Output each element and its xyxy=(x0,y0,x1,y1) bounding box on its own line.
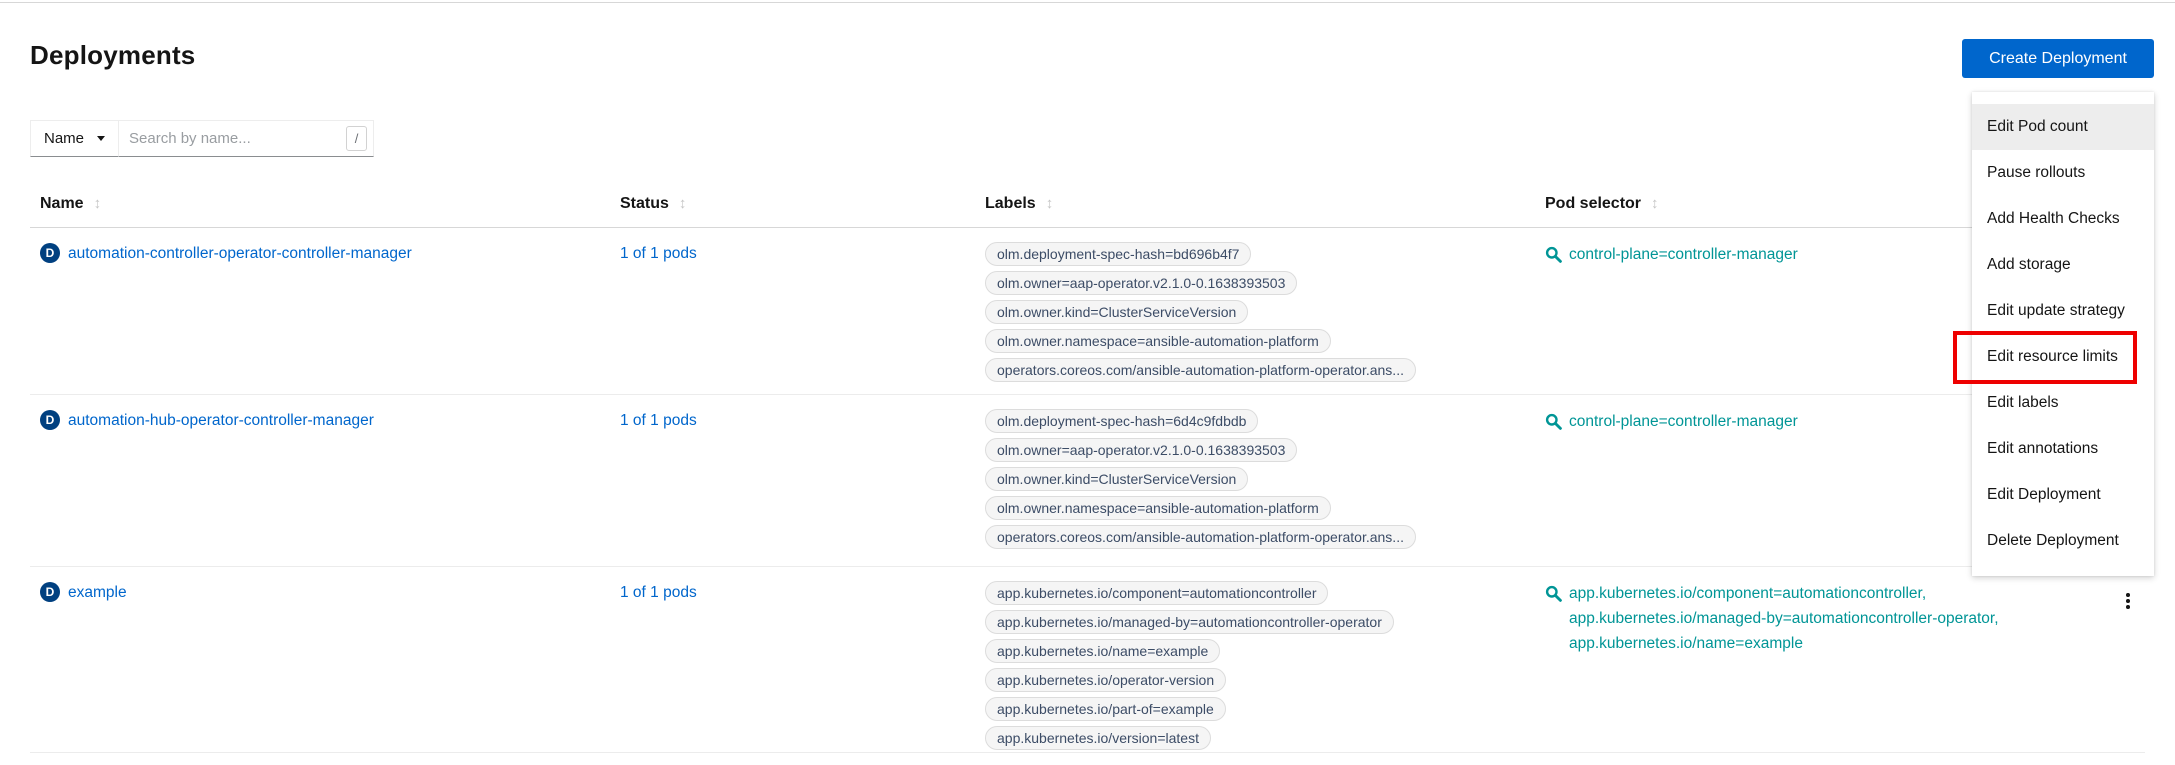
labels-cell: app.kubernetes.io/component=automationco… xyxy=(975,567,1535,752)
label-chip[interactable]: olm.owner.namespace=ansible-automation-p… xyxy=(985,496,1331,520)
labels-cell: olm.deployment-spec-hash=bd696b4f7 olm.ow… xyxy=(975,228,1535,394)
pod-selector-links: control-plane=controller-manager xyxy=(1569,242,1798,267)
search-icon xyxy=(1545,246,1562,268)
table-header-row: Name ↕ Status ↕ Labels ↕ Pod selector ↕ xyxy=(30,180,2145,228)
label-chip[interactable]: olm.owner.kind=ClusterServiceVersion xyxy=(985,300,1248,324)
deployment-badge: D xyxy=(40,582,60,602)
status-cell: 1 of 1 pods xyxy=(610,228,975,394)
name-cell: D automation-controller-operator-control… xyxy=(30,228,610,394)
label-chip[interactable]: olm.deployment-spec-hash=6d4c9fdbdb xyxy=(985,409,1258,433)
label-chip[interactable]: olm.owner=aap-operator.v2.1.0-0.16383935… xyxy=(985,438,1297,462)
label-chip[interactable]: operators.coreos.com/ansible-automation-… xyxy=(985,525,1416,549)
column-header-label: Name xyxy=(40,195,84,213)
pod-selector-link[interactable]: app.kubernetes.io/component=automationco… xyxy=(1569,581,1999,606)
deployment-name-link[interactable]: example xyxy=(68,581,127,605)
table-row: D example 1 of 1 pods app.kubernetes.io/… xyxy=(30,567,2145,753)
filter-toolbar: Name / xyxy=(30,120,374,157)
label-chip[interactable]: app.kubernetes.io/operator-version xyxy=(985,668,1226,692)
name-cell: D automation-hub-operator-controller-man… xyxy=(30,395,610,566)
create-deployment-button[interactable]: Create Deployment xyxy=(1962,39,2154,78)
deployment-badge: D xyxy=(40,243,60,263)
pod-selector-link[interactable]: app.kubernetes.io/managed-by=automationc… xyxy=(1569,606,1999,631)
column-header-label: Labels xyxy=(985,195,1036,213)
menu-item-edit-annotations[interactable]: Edit annotations xyxy=(1972,426,2154,472)
label-chip[interactable]: olm.owner=aap-operator.v2.1.0-0.16383935… xyxy=(985,271,1297,295)
pod-selector-link[interactable]: app.kubernetes.io/name=example xyxy=(1569,631,1999,656)
menu-item-edit-pod-count[interactable]: Edit Pod count xyxy=(1972,104,2154,150)
column-header-label: Pod selector xyxy=(1545,195,1641,213)
deployment-name-link[interactable]: automation-hub-operator-controller-manag… xyxy=(68,409,374,433)
pods-status-link[interactable]: 1 of 1 pods xyxy=(620,584,697,601)
table-row: D automation-controller-operator-control… xyxy=(30,228,2145,395)
status-cell: 1 of 1 pods xyxy=(610,395,975,566)
label-chip[interactable]: app.kubernetes.io/name=example xyxy=(985,639,1220,663)
pod-selector-link[interactable]: control-plane=controller-manager xyxy=(1569,409,1798,434)
label-chip[interactable]: operators.coreos.com/ansible-automation-… xyxy=(985,358,1416,382)
name-cell: D example xyxy=(30,567,610,752)
chevron-down-icon xyxy=(97,136,105,141)
table-body: D automation-controller-operator-control… xyxy=(30,228,2145,753)
kebab-menu-button[interactable] xyxy=(2117,587,2139,615)
menu-item-edit-resource-limits[interactable]: Edit resource limits xyxy=(1972,334,2154,380)
label-chip[interactable]: app.kubernetes.io/version=latest xyxy=(985,726,1211,750)
pod-selector-links: app.kubernetes.io/component=automationco… xyxy=(1569,581,1999,656)
sort-icon: ↕ xyxy=(94,195,102,212)
label-chip[interactable]: olm.owner.namespace=ansible-automation-p… xyxy=(985,329,1331,353)
page-title: Deployments xyxy=(30,40,195,71)
pod-selector-cell: app.kubernetes.io/component=automationco… xyxy=(1535,567,2145,752)
column-header-status[interactable]: Status ↕ xyxy=(610,195,975,213)
column-header-label: Status xyxy=(620,195,669,213)
table-row: D automation-hub-operator-controller-man… xyxy=(30,395,2145,567)
slash-shortcut-hint: / xyxy=(346,126,367,151)
labels-cell: olm.deployment-spec-hash=6d4c9fdbdb olm.o… xyxy=(975,395,1535,566)
label-chip[interactable]: app.kubernetes.io/component=automationco… xyxy=(985,581,1328,605)
filter-type-label: Name xyxy=(44,130,84,147)
menu-item-edit-deployment[interactable]: Edit Deployment xyxy=(1972,472,2154,518)
sort-icon: ↕ xyxy=(1046,195,1054,212)
search-icon xyxy=(1545,413,1562,435)
search-icon xyxy=(1545,585,1562,607)
label-chip[interactable]: olm.owner.kind=ClusterServiceVersion xyxy=(985,467,1248,491)
pods-status-link[interactable]: 1 of 1 pods xyxy=(620,412,697,429)
search-input[interactable] xyxy=(119,121,373,156)
deployment-badge: D xyxy=(40,410,60,430)
deployments-table: Name ↕ Status ↕ Labels ↕ Pod selector ↕ … xyxy=(30,180,2145,753)
label-chip[interactable]: app.kubernetes.io/managed-by=automationc… xyxy=(985,610,1394,634)
menu-item-pause-rollouts[interactable]: Pause rollouts xyxy=(1972,150,2154,196)
sort-icon: ↕ xyxy=(679,195,687,212)
status-cell: 1 of 1 pods xyxy=(610,567,975,752)
search-box: / xyxy=(118,120,374,157)
actions-dropdown-menu: Edit Pod countPause rolloutsAdd Health C… xyxy=(1972,92,2154,576)
menu-item-add-health-checks[interactable]: Add Health Checks xyxy=(1972,196,2154,242)
label-chip[interactable]: olm.deployment-spec-hash=bd696b4f7 xyxy=(985,242,1251,266)
pod-selector-link[interactable]: control-plane=controller-manager xyxy=(1569,242,1798,267)
label-chip[interactable]: app.kubernetes.io/part-of=example xyxy=(985,697,1226,721)
menu-item-edit-update-strategy[interactable]: Edit update strategy xyxy=(1972,288,2154,334)
pod-selector-links: control-plane=controller-manager xyxy=(1569,409,1798,434)
filter-type-dropdown[interactable]: Name xyxy=(30,120,119,157)
menu-item-add-storage[interactable]: Add storage xyxy=(1972,242,2154,288)
column-header-labels[interactable]: Labels ↕ xyxy=(975,195,1535,213)
top-divider xyxy=(0,2,2175,3)
menu-item-delete-deployment[interactable]: Delete Deployment xyxy=(1972,518,2154,564)
pods-status-link[interactable]: 1 of 1 pods xyxy=(620,245,697,262)
deployment-name-link[interactable]: automation-controller-operator-controlle… xyxy=(68,242,412,266)
column-header-name[interactable]: Name ↕ xyxy=(30,195,610,213)
menu-item-edit-labels[interactable]: Edit labels xyxy=(1972,380,2154,426)
sort-icon: ↕ xyxy=(1651,195,1659,212)
